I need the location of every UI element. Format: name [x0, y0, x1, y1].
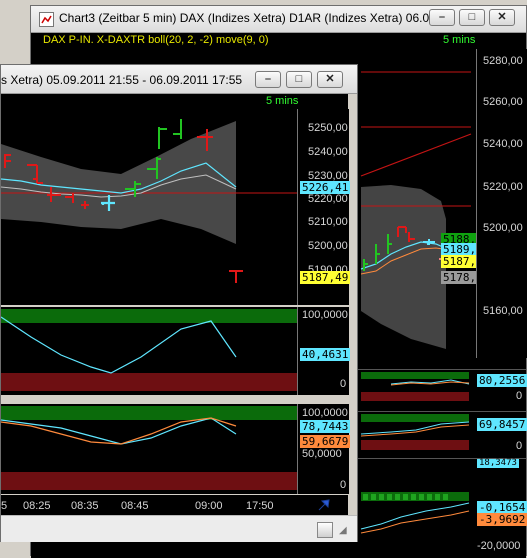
front-price-tick: 5220,00	[308, 193, 348, 205]
time-tick: 5	[1, 500, 8, 512]
back-osc3-box-orange: -3,9692	[477, 513, 527, 526]
front-price-plot	[1, 119, 297, 283]
front-osc2-pane[interactable]	[1, 404, 297, 494]
back-price-tick: 5240,00	[483, 138, 523, 150]
front-osc1-tick: 0	[340, 378, 347, 390]
chart-app-icon	[39, 12, 54, 27]
front-osc2-tick: 100,0000	[302, 407, 348, 419]
indicator-header: DAX P-IN. X-DAXTR boll(20, 2, -2) move(9…	[43, 34, 269, 46]
front-osc2-tick: 50,0000	[302, 448, 342, 460]
front-price-tick: 5210,00	[308, 216, 348, 228]
back-osc3-tick: -20,0000	[477, 540, 521, 552]
time-tick: 09:00	[195, 500, 223, 512]
pin-icon[interactable]	[317, 498, 331, 512]
front-osc2-plot	[1, 417, 237, 445]
front-price-tick: 5240,00	[308, 146, 348, 158]
back-price-tick: 5280,00	[483, 55, 523, 67]
front-price-box-yellow: 5187,49	[300, 271, 351, 284]
maximize-button[interactable]: □	[459, 9, 485, 26]
back-osc1-zero: 0	[516, 390, 523, 402]
front-osc1-scale[interactable]: 100,0000 40,4631 0	[297, 307, 351, 395]
back-price-tick: 5160,00	[483, 305, 523, 317]
front-price-pane[interactable]	[1, 109, 297, 305]
back-interval-label: 5 mins	[443, 34, 476, 46]
close-button[interactable]: ✕	[489, 9, 515, 26]
front-window-titlebar[interactable]: s Xetra) 05.09.2011 21:55 - 06.09.2011 1…	[1, 65, 357, 94]
front-osc1-box: 40,4631	[300, 348, 351, 361]
minimize-button[interactable]: ⎯	[255, 71, 281, 88]
back-chart-header: DAX P-IN. X-DAXTR boll(20, 2, -2) move(9…	[31, 33, 526, 48]
front-price-tick: 5200,00	[308, 240, 348, 252]
back-window-title: Chart3 (Zeitbar 5 min) DAX (Indizes Xetr…	[59, 11, 440, 25]
front-price-box-cyan: 5226,41	[300, 181, 351, 194]
maximize-button[interactable]: □	[286, 71, 312, 88]
front-osc2-tick: 0	[340, 479, 347, 491]
time-tick: 08:35	[71, 500, 99, 512]
back-window-titlebar[interactable]: Chart3 (Zeitbar 5 min) DAX (Indizes Xetr…	[31, 6, 526, 33]
scroll-thumb[interactable]	[317, 522, 333, 538]
back-price-scale[interactable]: 5280,00 5260,00 5240,00 5220,00 5200,00 …	[476, 49, 527, 358]
back-price-tick: 5220,00	[483, 181, 523, 193]
back-osc2-box-other: 18,3473	[477, 458, 519, 468]
front-osc1-plot	[1, 316, 237, 374]
front-osc2-scale[interactable]: 100,0000 78,7443 59,6679 50,0000 0	[297, 404, 351, 494]
front-osc1-tick: 100,0000	[302, 309, 348, 321]
horizontal-scrollbar[interactable]: ◢	[1, 515, 357, 542]
back-osc2-zero: 0	[516, 440, 523, 452]
back-price-tick: 5200,00	[483, 222, 523, 234]
front-interval-label: 5 mins	[266, 95, 299, 107]
front-osc2-box-cyan: 78,7443	[300, 420, 351, 433]
time-tick: 08:45	[121, 500, 149, 512]
front-time-axis[interactable]: 5 08:25 08:35 08:45 09:00 17:50	[1, 495, 348, 515]
front-osc2-box-orange: 59,6679	[300, 435, 351, 448]
front-window-title: s Xetra) 05.09.2011 21:55 - 06.09.2011 1…	[1, 73, 243, 87]
back-osc1-box-cyan: 80,2556	[477, 374, 527, 387]
front-chart-window[interactable]: s Xetra) 05.09.2011 21:55 - 06.09.2011 1…	[0, 64, 358, 542]
back-price-tick: 5260,00	[483, 96, 523, 108]
minimize-button[interactable]: ⎯	[429, 9, 455, 26]
back-osc2-box-cyan: 69,8457	[477, 418, 527, 431]
front-chart-header: 5 mins	[1, 94, 348, 109]
front-price-scale[interactable]: 5250,00 5240,00 5230,00 5220,00 5210,00 …	[297, 109, 351, 305]
resize-grip-icon[interactable]: ◢	[339, 525, 347, 536]
front-price-tick: 5250,00	[308, 122, 348, 134]
front-osc1-pane[interactable]	[1, 307, 297, 395]
time-tick: 17:50	[246, 500, 274, 512]
close-button[interactable]: ✕	[317, 71, 343, 88]
time-tick: 08:25	[23, 500, 51, 512]
